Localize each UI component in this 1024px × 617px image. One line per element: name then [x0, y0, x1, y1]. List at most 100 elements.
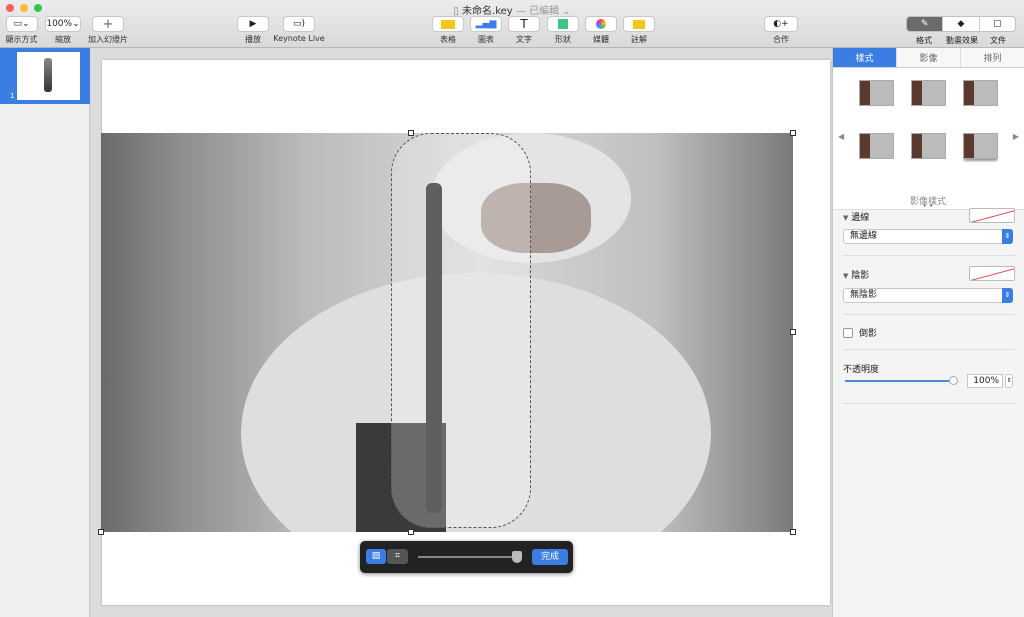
- collaborate-button[interactable]: ◐+ 合作: [764, 16, 798, 45]
- format-inspector: 樣式 影像 排列 ◀ ▶ 影像樣式 • • ▼ 邊線 無邊線 ⇕ ▼ 陰影 無陰影…: [832, 48, 1024, 617]
- document-label: 文件: [990, 36, 1006, 45]
- document-panel-icon: ▢: [993, 19, 1002, 29]
- text-button[interactable]: T 文字: [508, 16, 540, 45]
- border-value: 無邊線: [850, 231, 878, 241]
- reflection-row: 倒影: [843, 326, 1015, 339]
- play-button[interactable]: ▶ 播放: [237, 16, 269, 45]
- add-slide-button[interactable]: + 加入幻燈片: [88, 16, 128, 45]
- crop-icon: ⌗: [394, 551, 401, 561]
- slide-thumbnail-1[interactable]: 1: [0, 48, 90, 104]
- resize-handle[interactable]: [790, 529, 796, 535]
- done-button[interactable]: 完成: [532, 549, 568, 565]
- tab-image[interactable]: 影像: [897, 48, 961, 67]
- chart-icon: ▂▄▆: [475, 19, 497, 29]
- opacity-field[interactable]: 100%: [967, 374, 1003, 388]
- slide-navigator: 1: [0, 48, 90, 617]
- slide-number: 1: [10, 92, 15, 100]
- resize-handle[interactable]: [408, 529, 414, 535]
- reflection-checkbox[interactable]: [843, 327, 853, 338]
- zoom-label: 縮放: [55, 35, 71, 44]
- border-style-select[interactable]: 無邊線 ⇕: [843, 229, 1013, 244]
- image-styles-grid: ◀ ▶ 影像樣式 • •: [833, 68, 1024, 210]
- text-label: 文字: [516, 35, 532, 44]
- table-button[interactable]: 表格: [432, 16, 464, 45]
- image-style-2[interactable]: [911, 80, 946, 106]
- resize-handle[interactable]: [408, 130, 414, 136]
- table-label: 表格: [440, 35, 456, 44]
- shadow-value: 無陰影: [850, 290, 878, 300]
- keynote-live-icon: ▭): [292, 19, 305, 29]
- animate-label: 動畫效果: [946, 36, 978, 45]
- table-icon: [441, 19, 455, 29]
- mask-zoom-slider[interactable]: [418, 556, 522, 558]
- image-style-3[interactable]: [963, 80, 998, 106]
- stepper-icon: ⇕: [1002, 288, 1013, 303]
- shadow-color-well[interactable]: [969, 266, 1015, 281]
- border-disclosure[interactable]: ▼ 邊線: [843, 210, 869, 223]
- diamond-icon: ◆: [957, 19, 965, 29]
- opacity-slider-knob[interactable]: [949, 376, 958, 385]
- media-label: 媒體: [593, 35, 609, 44]
- play-icon: ▶: [249, 19, 257, 29]
- shape-icon: [558, 19, 568, 29]
- triangle-down-icon: ▼: [843, 272, 849, 280]
- format-label: 格式: [916, 36, 932, 45]
- edit-image-button[interactable]: ▨: [366, 549, 386, 564]
- zoom-value: 100%: [46, 19, 73, 29]
- reflection-label: 倒影: [859, 329, 878, 339]
- shadow-disclosure[interactable]: ▼ 陰影: [843, 268, 869, 281]
- mask-edit-bar: ▨ ⌗ 完成: [360, 541, 573, 573]
- chart-label: 圖表: [478, 35, 494, 44]
- image-style-5[interactable]: [911, 133, 946, 159]
- triangle-down-icon: ▼: [843, 214, 849, 222]
- shape-label: 形狀: [555, 35, 571, 44]
- slide-thumbnail-image: [17, 52, 80, 100]
- next-styles-arrow[interactable]: ▶: [1013, 132, 1019, 141]
- slider-knob[interactable]: [511, 551, 522, 563]
- text-icon: T: [520, 17, 528, 31]
- chart-button[interactable]: ▂▄▆ 圖表: [470, 16, 502, 45]
- inspector-segmented-control: ✎ ◆ ▢: [906, 16, 1016, 32]
- image-icon: ▨: [371, 551, 381, 561]
- tab-arrange[interactable]: 排列: [961, 48, 1024, 67]
- masked-photo[interactable]: [101, 133, 793, 532]
- image-style-4[interactable]: [859, 133, 894, 159]
- keynote-live-button[interactable]: ▭) Keynote Live: [272, 16, 326, 43]
- image-style-6[interactable]: [963, 133, 998, 159]
- resize-handle[interactable]: [790, 130, 796, 136]
- shadow-label: 陰影: [851, 271, 870, 281]
- edit-mask-button[interactable]: ⌗: [387, 549, 408, 564]
- resize-handle[interactable]: [98, 529, 104, 535]
- shape-button[interactable]: 形狀: [547, 16, 579, 45]
- view-icon: ▭⌄: [13, 19, 30, 29]
- media-icon: [596, 19, 606, 29]
- play-label: 播放: [245, 35, 261, 44]
- document-button[interactable]: ▢: [980, 17, 1015, 31]
- collaborate-icon: ◐+: [773, 19, 789, 29]
- opacity-slider[interactable]: [845, 380, 953, 382]
- comment-label: 註解: [631, 35, 647, 44]
- plus-icon: +: [102, 16, 114, 32]
- zoom-menu[interactable]: 100% ⌄ 縮放: [44, 16, 82, 45]
- paintbrush-icon: ✎: [920, 19, 929, 29]
- previous-styles-arrow[interactable]: ◀: [838, 132, 844, 141]
- tab-style[interactable]: 樣式: [833, 48, 897, 67]
- comment-icon: [633, 19, 645, 29]
- collaborate-label: 合作: [773, 35, 789, 44]
- format-button[interactable]: ✎: [907, 17, 944, 31]
- opacity-section: 不透明度 100% ⇕: [843, 362, 1015, 388]
- image-style-1[interactable]: [859, 80, 894, 106]
- opacity-stepper[interactable]: ⇕: [1005, 374, 1013, 388]
- comment-button[interactable]: 註解: [623, 16, 655, 45]
- view-button[interactable]: ▭⌄ 顯示方式: [5, 16, 38, 45]
- media-button[interactable]: 媒體: [585, 16, 617, 45]
- toolbar: ▯ 未命名.key — 已編輯 ⌄ ▭⌄ 顯示方式 100% ⌄ 縮放 + 加入幻燈片 …: [0, 0, 1024, 48]
- view-label: 顯示方式: [5, 35, 38, 44]
- resize-handle[interactable]: [790, 329, 796, 335]
- stepper-icon: ⇕: [1002, 229, 1013, 244]
- shadow-style-select[interactable]: 無陰影 ⇕: [843, 288, 1013, 303]
- keynote-live-label: Keynote Live: [273, 34, 325, 43]
- animate-button[interactable]: ◆: [943, 17, 980, 31]
- border-color-well[interactable]: [969, 208, 1015, 223]
- add-slide-label: 加入幻燈片: [88, 35, 128, 44]
